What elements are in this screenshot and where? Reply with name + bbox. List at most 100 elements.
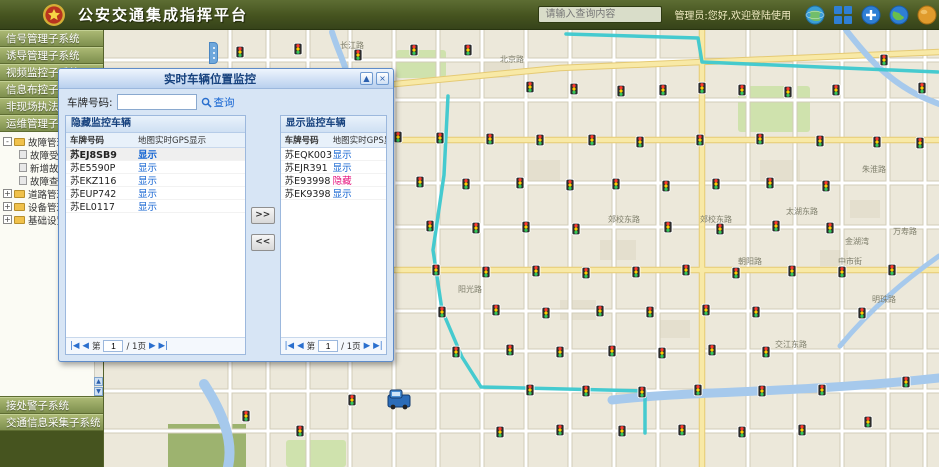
expand-icon[interactable]: + <box>3 215 12 224</box>
traffic-light-icon[interactable] <box>296 425 304 437</box>
traffic-light-icon[interactable] <box>532 265 540 277</box>
sidebar-item-1[interactable]: 信号管理子系统 <box>0 30 103 47</box>
traffic-light-icon[interactable] <box>492 304 500 316</box>
gps-display-link[interactable]: 显示 <box>138 160 245 174</box>
traffic-light-icon[interactable] <box>902 376 910 388</box>
traffic-light-icon[interactable] <box>662 180 670 192</box>
traffic-light-icon[interactable] <box>416 176 424 188</box>
page-input[interactable] <box>318 340 338 352</box>
last-page-button[interactable]: ▶| <box>159 341 168 351</box>
scroll-up-icon[interactable]: ▲ <box>94 377 103 386</box>
traffic-light-icon[interactable] <box>698 82 706 94</box>
gps-display-link[interactable]: 显示 <box>138 199 245 213</box>
query-button[interactable]: 查询 <box>201 95 235 110</box>
traffic-light-icon[interactable] <box>818 384 826 396</box>
traffic-light-icon[interactable] <box>516 177 524 189</box>
traffic-light-icon[interactable] <box>678 424 686 436</box>
first-page-button[interactable]: |◀ <box>285 341 294 351</box>
traffic-light-icon[interactable] <box>888 264 896 276</box>
prev-page-button[interactable]: ◀ <box>82 341 89 351</box>
traffic-light-icon[interactable] <box>582 385 590 397</box>
plate-input[interactable] <box>117 94 197 110</box>
traffic-light-icon[interactable] <box>426 220 434 232</box>
traffic-light-icon[interactable] <box>738 426 746 438</box>
scroll-down-icon[interactable]: ▼ <box>94 387 103 396</box>
traffic-light-icon[interactable] <box>464 44 472 56</box>
traffic-light-icon[interactable] <box>526 81 534 93</box>
gps-display-link[interactable]: 显示 <box>333 186 386 200</box>
collapse-icon[interactable]: ▲ <box>360 72 373 85</box>
prev-page-button[interactable]: ◀ <box>297 341 304 351</box>
traffic-light-icon[interactable] <box>788 265 796 277</box>
traffic-light-icon[interactable] <box>572 223 580 235</box>
next-page-button[interactable]: ▶ <box>364 341 371 351</box>
traffic-light-icon[interactable] <box>638 386 646 398</box>
traffic-light-icon[interactable] <box>752 306 760 318</box>
move-right-button[interactable]: >> <box>251 207 275 224</box>
vehicle-row[interactable]: 苏EK9398显示 <box>281 187 386 200</box>
traffic-light-icon[interactable] <box>756 133 764 145</box>
header-search-input[interactable] <box>538 6 662 23</box>
traffic-light-icon[interactable] <box>664 221 672 233</box>
traffic-light-icon[interactable] <box>646 306 654 318</box>
sidebar-item-bottom-2[interactable]: 交通信息采集子系统 <box>0 414 103 431</box>
gps-display-link[interactable]: 显示 <box>138 186 245 200</box>
traffic-light-icon[interactable] <box>236 46 244 58</box>
traffic-light-icon[interactable] <box>784 86 792 98</box>
close-icon[interactable]: × <box>376 72 389 85</box>
traffic-light-icon[interactable] <box>758 385 766 397</box>
traffic-light-icon[interactable] <box>526 384 534 396</box>
traffic-light-icon[interactable] <box>394 131 402 143</box>
traffic-light-icon[interactable] <box>682 264 690 276</box>
traffic-light-icon[interactable] <box>696 134 704 146</box>
gps-display-link[interactable]: 隐藏 <box>333 173 386 187</box>
traffic-light-icon[interactable] <box>294 43 302 55</box>
traffic-light-icon[interactable] <box>542 307 550 319</box>
traffic-light-icon[interactable] <box>570 83 578 95</box>
traffic-light-icon[interactable] <box>618 425 626 437</box>
traffic-light-icon[interactable] <box>432 264 440 276</box>
traffic-light-icon[interactable] <box>348 394 356 406</box>
panel-collapse-handle[interactable] <box>209 42 218 64</box>
orange-globe-icon[interactable] <box>917 5 937 25</box>
globe-icon[interactable] <box>805 5 825 25</box>
traffic-light-icon[interactable] <box>410 44 418 56</box>
traffic-light-icon[interactable] <box>816 135 824 147</box>
page-input[interactable] <box>103 340 123 352</box>
traffic-light-icon[interactable] <box>496 426 504 438</box>
traffic-light-icon[interactable] <box>694 384 702 396</box>
traffic-light-icon[interactable] <box>636 136 644 148</box>
traffic-light-icon[interactable] <box>658 347 666 359</box>
next-page-button[interactable]: ▶ <box>149 341 156 351</box>
traffic-light-icon[interactable] <box>738 84 746 96</box>
traffic-light-icon[interactable] <box>762 346 770 358</box>
expand-icon[interactable]: + <box>3 202 12 211</box>
traffic-light-icon[interactable] <box>708 344 716 356</box>
traffic-light-icon[interactable] <box>766 177 774 189</box>
vehicle-row[interactable]: 苏EL0117显示 <box>66 200 245 213</box>
traffic-light-icon[interactable] <box>582 267 590 279</box>
traffic-light-icon[interactable] <box>556 346 564 358</box>
expand-icon[interactable]: + <box>3 189 12 198</box>
traffic-light-icon[interactable] <box>732 267 740 279</box>
traffic-light-icon[interactable] <box>838 266 846 278</box>
gps-display-link[interactable]: 显示 <box>138 173 245 187</box>
zoom-plus-icon[interactable] <box>861 5 881 25</box>
traffic-light-icon[interactable] <box>566 179 574 191</box>
traffic-light-icon[interactable] <box>556 424 564 436</box>
move-left-button[interactable]: << <box>251 234 275 251</box>
traffic-light-icon[interactable] <box>880 54 888 66</box>
traffic-light-icon[interactable] <box>462 178 470 190</box>
traffic-light-icon[interactable] <box>482 266 490 278</box>
gps-display-link[interactable]: 显示 <box>333 160 386 174</box>
last-page-button[interactable]: ▶| <box>373 341 382 351</box>
traffic-light-icon[interactable] <box>536 134 544 146</box>
traffic-light-icon[interactable] <box>354 49 362 61</box>
traffic-light-icon[interactable] <box>864 416 872 428</box>
traffic-light-icon[interactable] <box>596 305 604 317</box>
traffic-light-icon[interactable] <box>798 424 806 436</box>
traffic-light-icon[interactable] <box>632 266 640 278</box>
dialog-titlebar[interactable]: 实时车辆位置监控 ▲ × <box>59 69 393 89</box>
traffic-light-icon[interactable] <box>506 344 514 356</box>
traffic-light-icon[interactable] <box>822 180 830 192</box>
